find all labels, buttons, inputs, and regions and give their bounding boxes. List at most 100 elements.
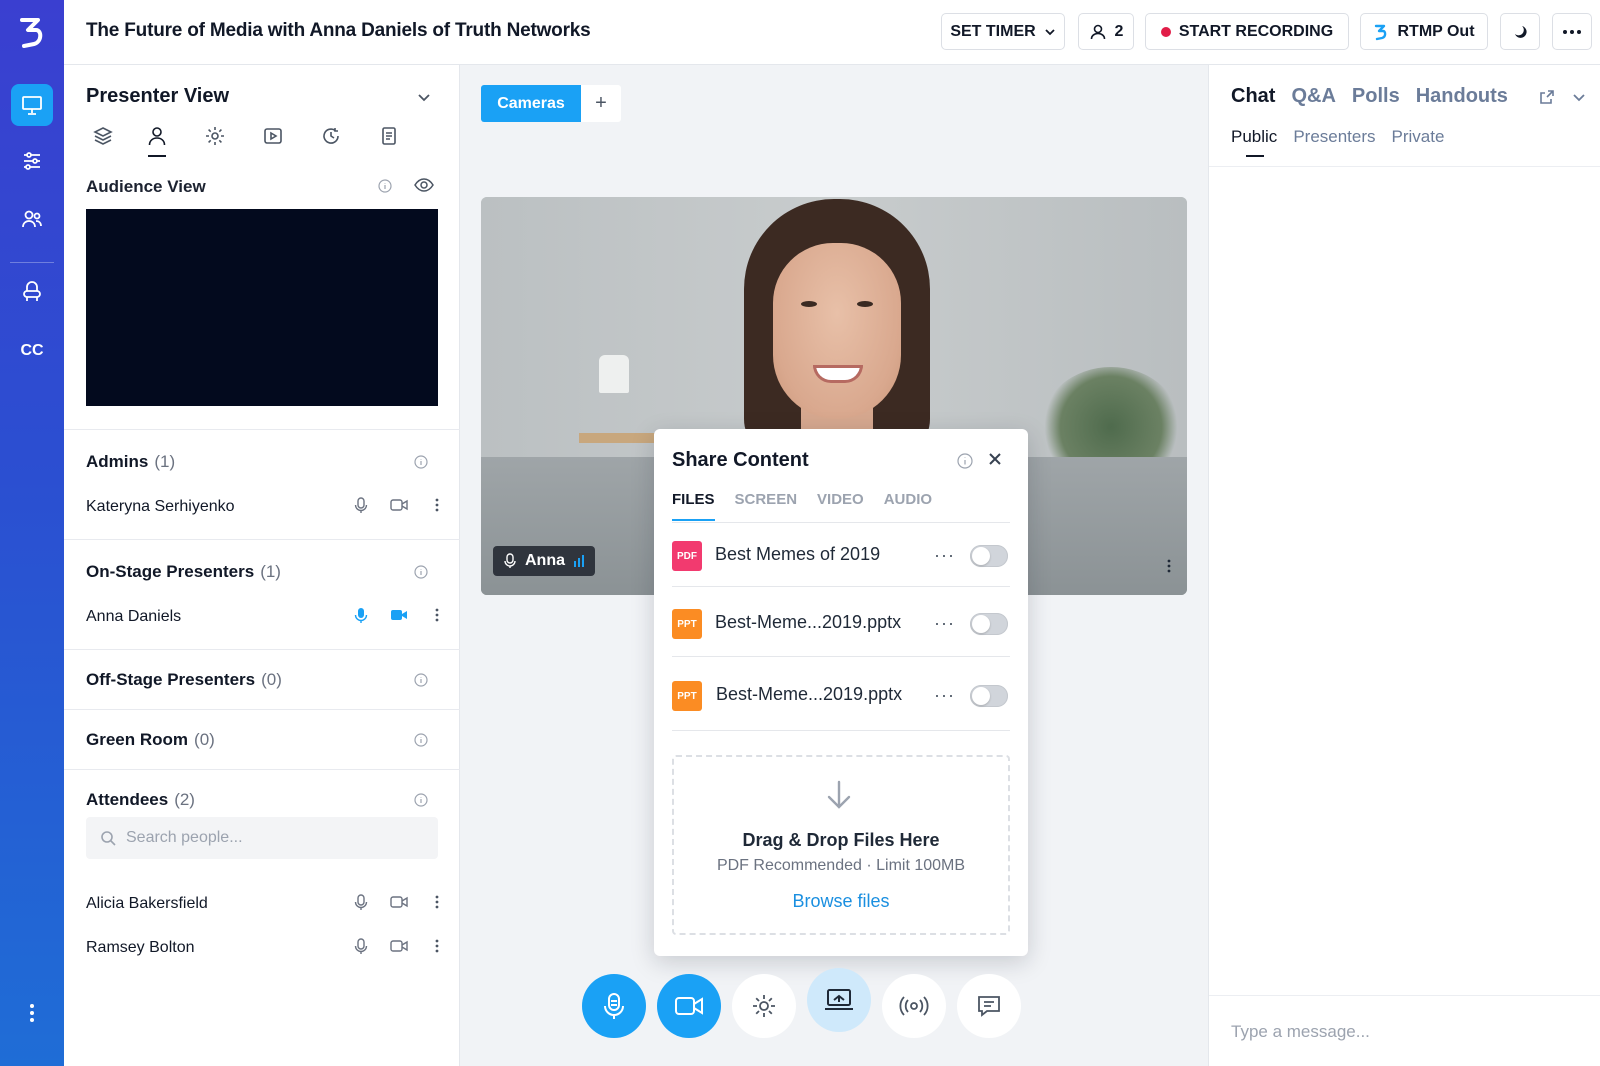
kebab-menu-icon[interactable]: [418, 496, 456, 514]
on-stage-header[interactable]: On-Stage Presenters (1): [86, 562, 281, 582]
start-recording-button[interactable]: START RECORDING: [1145, 13, 1349, 50]
mic-icon[interactable]: [342, 496, 380, 514]
start-recording-label: START RECORDING: [1178, 22, 1334, 40]
tab-cameras[interactable]: Cameras: [481, 85, 581, 122]
file-name: Best-Meme...2019.pptx: [715, 612, 902, 632]
tab-qa[interactable]: Q&A: [1291, 85, 1335, 108]
off-stage-header[interactable]: Off-Stage Presenters (0): [86, 670, 282, 690]
green-room-section: Green Room (0): [64, 709, 460, 769]
info-icon[interactable]: [414, 733, 428, 747]
camera-icon[interactable]: [380, 496, 418, 514]
file-row[interactable]: PPT Best-Meme...2019.pptx ···: [672, 589, 1010, 657]
section-count: (0): [261, 670, 282, 689]
green-room-header[interactable]: Green Room (0): [86, 730, 215, 750]
people-nav-button[interactable]: [11, 198, 53, 240]
kebab-menu-icon[interactable]: [418, 606, 456, 624]
camera-icon[interactable]: [380, 893, 418, 911]
chat-panel: Chat Q&A Polls Handouts Public Presenter…: [1208, 65, 1600, 1066]
file-share-toggle[interactable]: [970, 545, 1008, 567]
file-more-button[interactable]: ···: [934, 545, 955, 566]
audience-view-label: Audience View: [86, 177, 206, 196]
browse-files-link[interactable]: Browse files: [674, 891, 1008, 912]
info-icon[interactable]: [957, 453, 973, 469]
info-icon[interactable]: [414, 673, 428, 687]
camera-active-icon[interactable]: [380, 606, 418, 624]
file-drop-zone[interactable]: Drag & Drop Files Here PDF Recommended ·…: [672, 755, 1010, 935]
info-icon[interactable]: [414, 793, 428, 807]
video-more-button[interactable]: [1167, 559, 1171, 573]
popout-button[interactable]: [1539, 89, 1555, 105]
chevron-down-icon: [1044, 26, 1056, 38]
mic-icon: [600, 991, 628, 1021]
layers-icon[interactable]: [90, 123, 116, 149]
play-video-icon[interactable]: [260, 123, 286, 149]
set-timer-button[interactable]: SET TIMER: [941, 13, 1065, 50]
mic-toggle-button[interactable]: [582, 974, 646, 1038]
share-content-dialog: Share Content FILES SCREEN VIDEO AUDIO P…: [654, 429, 1028, 956]
share-screen-button[interactable]: [807, 968, 871, 1032]
chat-collapse-button[interactable]: [1571, 89, 1587, 105]
tab-screen[interactable]: SCREEN: [735, 491, 798, 508]
search-people-input[interactable]: Search people...: [86, 817, 438, 859]
person-name: Ramsey Bolton: [86, 939, 195, 956]
person-name: Alicia Bakersfield: [86, 895, 208, 912]
chat-toggle-button[interactable]: [957, 974, 1021, 1038]
mic-active-icon[interactable]: [342, 606, 380, 624]
section-count: (2): [174, 790, 195, 809]
share-content-title: Share Content: [672, 449, 809, 471]
panel-collapse-button[interactable]: [416, 89, 432, 105]
brand-logo-icon[interactable]: [16, 14, 48, 50]
info-icon[interactable]: [414, 455, 428, 469]
eye-icon[interactable]: [414, 177, 434, 193]
attendees-header[interactable]: Attendees (2): [86, 790, 195, 810]
rail-more-button[interactable]: [11, 992, 53, 1034]
search-icon: [100, 830, 116, 846]
green-room-nav-button[interactable]: [11, 272, 53, 314]
file-more-button[interactable]: ···: [934, 613, 955, 634]
info-icon[interactable]: [378, 179, 392, 193]
tab-files[interactable]: FILES: [672, 491, 715, 521]
person-icon[interactable]: [144, 123, 170, 149]
file-share-toggle[interactable]: [970, 613, 1008, 635]
file-row[interactable]: PDF Best Memes of 2019 ···: [672, 523, 1010, 587]
closed-captions-nav-button[interactable]: CC: [11, 330, 53, 372]
chat-panel-tabs: Chat Q&A Polls Handouts: [1231, 85, 1508, 108]
rtmp-out-button[interactable]: RTMP Out: [1360, 13, 1488, 50]
more-options-button[interactable]: [1552, 13, 1592, 50]
tab-handouts[interactable]: Handouts: [1416, 85, 1508, 108]
subtab-presenters[interactable]: Presenters: [1293, 127, 1375, 147]
admins-header[interactable]: Admins (1): [86, 452, 175, 472]
camera-toggle-button[interactable]: [657, 974, 721, 1038]
kebab-menu-icon[interactable]: [418, 937, 456, 955]
people-count-button[interactable]: 2: [1078, 13, 1134, 50]
tab-chat[interactable]: Chat: [1231, 85, 1275, 108]
subtab-private[interactable]: Private: [1392, 127, 1445, 147]
gear-icon[interactable]: [202, 123, 228, 149]
close-button[interactable]: [987, 451, 1003, 467]
camera-icon[interactable]: [380, 937, 418, 955]
history-clock-icon[interactable]: [318, 123, 344, 149]
tab-polls[interactable]: Polls: [1352, 85, 1400, 108]
file-row[interactable]: PPT Best-Meme...2019.pptx ···: [672, 659, 1010, 731]
subtab-public[interactable]: Public: [1231, 127, 1277, 157]
presenter-eye: [857, 301, 873, 307]
file-more-button[interactable]: ···: [934, 685, 955, 706]
broadcast-button[interactable]: [882, 974, 946, 1038]
info-icon[interactable]: [414, 565, 428, 579]
notes-icon[interactable]: [376, 123, 402, 149]
settings-button[interactable]: [732, 974, 796, 1038]
user-icon: [1089, 23, 1107, 41]
kebab-menu-icon[interactable]: [418, 893, 456, 911]
file-share-toggle[interactable]: [970, 685, 1008, 707]
section-count: (1): [154, 452, 176, 471]
mic-icon[interactable]: [342, 937, 380, 955]
moon-icon: [1512, 24, 1528, 40]
presenter-nav-button[interactable]: [11, 84, 53, 126]
tab-video[interactable]: VIDEO: [817, 491, 864, 508]
chat-message-input[interactable]: Type a message...: [1231, 1022, 1370, 1042]
dark-mode-button[interactable]: [1500, 13, 1540, 50]
add-scene-button[interactable]: +: [581, 85, 621, 122]
tab-audio[interactable]: AUDIO: [884, 491, 932, 508]
mic-icon[interactable]: [342, 893, 380, 911]
settings-sliders-nav-button[interactable]: [11, 140, 53, 182]
